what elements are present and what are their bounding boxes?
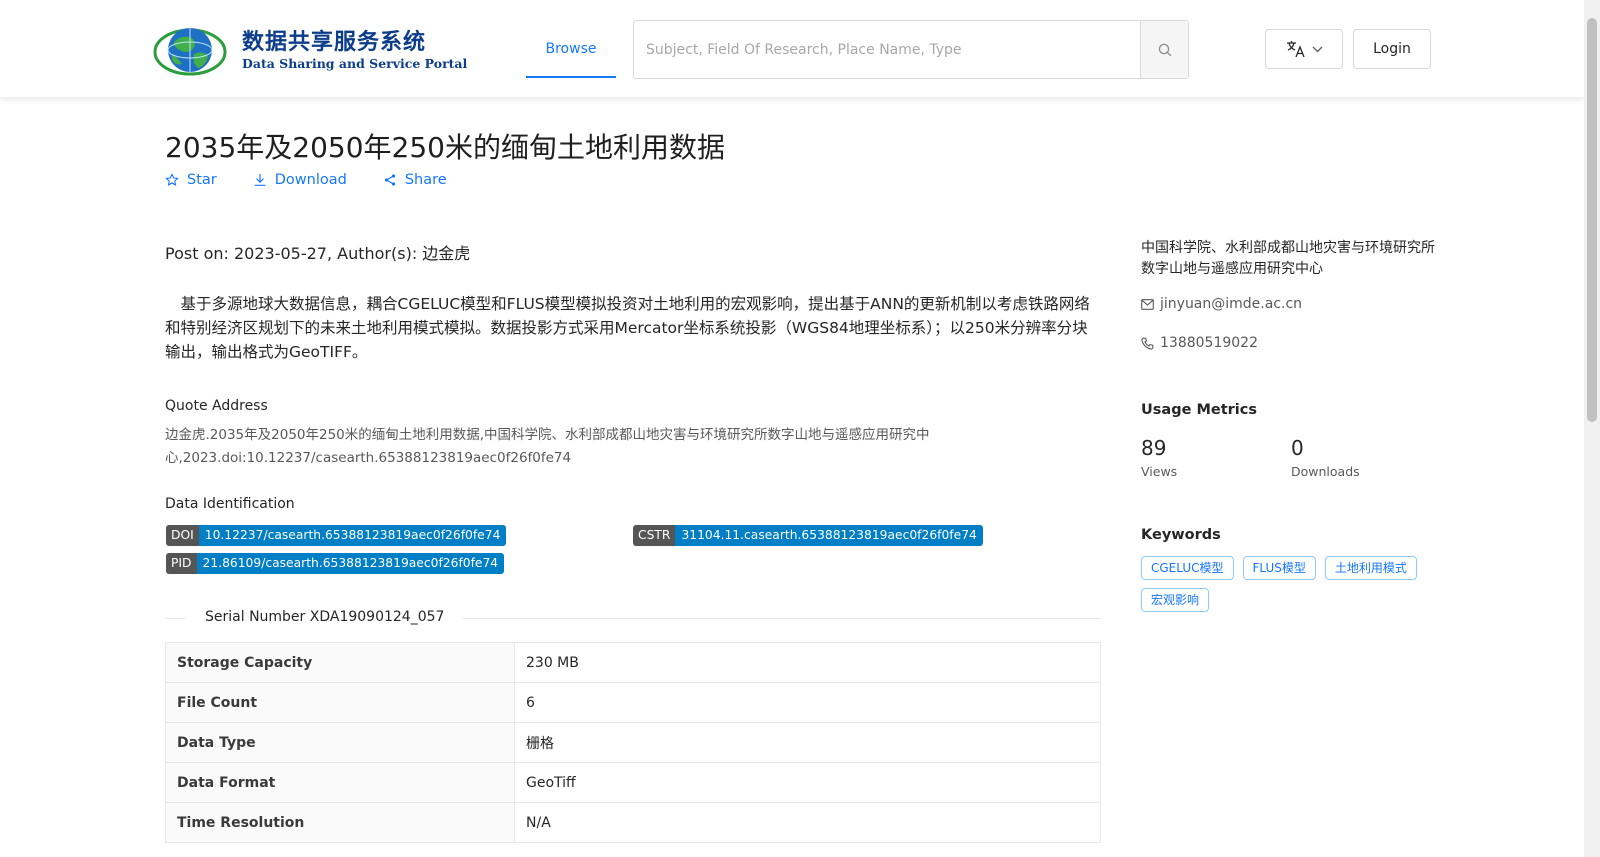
- email-text: jinyuan@imde.ac.cn: [1160, 296, 1303, 312]
- logo-title-en: Data Sharing and Service Portal: [242, 56, 468, 71]
- keywords-title: Keywords: [1141, 527, 1221, 543]
- pid-badge-key: PID: [166, 553, 197, 574]
- views-count: 89: [1141, 436, 1167, 460]
- login-button[interactable]: Login: [1353, 29, 1431, 69]
- table-row: Data Type 栅格: [165, 722, 1101, 763]
- downloads-label: Downloads: [1291, 464, 1360, 479]
- star-icon: [165, 173, 179, 186]
- dataset-info-table: Storage Capacity 230 MB File Count 6 Dat…: [165, 642, 1101, 843]
- download-button[interactable]: Download: [253, 172, 347, 188]
- table-cell-label: Storage Capacity: [165, 642, 515, 683]
- table-cell-value: N/A: [514, 802, 1101, 843]
- downloads-count: 0: [1291, 436, 1304, 460]
- dataset-actions: Star Download Share: [165, 172, 483, 188]
- data-identification-label: Data Identification: [165, 496, 295, 512]
- divider-line-left: [165, 618, 185, 619]
- serial-number: Serial Number XDA19090124_057: [205, 609, 445, 625]
- cstr-badge-value: 31104.11.casearth.65388123819aec0f26f0fe…: [675, 525, 983, 546]
- organization-name: 中国科学院、水利部成都山地灾害与环境研究所数字山地与遥感应用研究中心: [1141, 240, 1435, 277]
- table-cell-value: GeoTiff: [514, 762, 1101, 803]
- keyword-tag[interactable]: 土地利用模式: [1324, 556, 1417, 580]
- divider-line-right: [463, 618, 1101, 619]
- dataset-abstract: 基于多源地球大数据信息，耦合CGELUC模型和FLUS模型模拟投资对土地利用的宏…: [165, 295, 1090, 361]
- quote-address-label: Quote Address: [165, 398, 268, 414]
- keyword-tag[interactable]: CGELUC模型: [1141, 556, 1234, 580]
- usage-metrics-title: Usage Metrics: [1141, 402, 1257, 418]
- keyword-tags: CGELUC模型 FLUS模型 土地利用模式 宏观影响: [1141, 556, 1441, 612]
- page-scrollbar[interactable]: [1584, 0, 1600, 857]
- scrollbar-thumb[interactable]: [1587, 18, 1597, 422]
- pid-badge[interactable]: PID 21.86109/casearth.65388123819aec0f26…: [166, 553, 505, 574]
- cstr-badge-key: CSTR: [633, 525, 676, 546]
- chevron-down-icon: [1312, 46, 1322, 52]
- table-row: Data Format GeoTiff: [165, 762, 1101, 803]
- quote-address-text: 边金虎.2035年及2050年250米的缅甸土地利用数据,中国科学院、水利部成都…: [165, 427, 930, 466]
- translate-icon: [1286, 41, 1305, 58]
- views-label: Views: [1141, 464, 1178, 479]
- pid-badge-value: 21.86109/casearth.65388123819aec0f26f0fe…: [196, 553, 505, 574]
- share-icon: [384, 174, 395, 186]
- mail-icon: [1141, 298, 1154, 310]
- share-label: Share: [404, 172, 447, 188]
- download-label: Download: [274, 172, 347, 188]
- phone-text: 13880519022: [1160, 335, 1258, 351]
- search-button[interactable]: [1140, 21, 1188, 78]
- doi-badge-key: DOI: [166, 525, 199, 546]
- table-cell-value: 6: [514, 682, 1101, 723]
- language-switch-button[interactable]: [1265, 29, 1343, 69]
- search-icon: [1158, 43, 1171, 56]
- download-icon: [254, 173, 266, 186]
- nav-browse[interactable]: Browse: [526, 20, 616, 78]
- table-cell-label: File Count: [165, 682, 515, 723]
- contact-email[interactable]: jinyuan@imde.ac.cn: [1141, 296, 1302, 312]
- keyword-tag[interactable]: FLUS模型: [1242, 556, 1316, 580]
- search-box: [633, 20, 1189, 79]
- table-cell-label: Data Type: [165, 722, 515, 763]
- serial-divider: Serial Number XDA19090124_057: [165, 608, 1101, 628]
- phone-icon: [1141, 336, 1154, 350]
- keyword-tag[interactable]: 宏观影响: [1141, 588, 1210, 612]
- table-cell-value: 230 MB: [514, 642, 1101, 683]
- star-label: Star: [187, 172, 217, 188]
- logo-title-cn: 数据共享服务系统: [242, 29, 427, 55]
- doi-badge-value: 10.12237/casearth.65388123819aec0f26f0fe…: [198, 525, 507, 546]
- globe-logo-icon: [153, 28, 227, 76]
- contact-phone: 13880519022: [1141, 335, 1258, 351]
- doi-badge[interactable]: DOI 10.12237/casearth.65388123819aec0f26…: [166, 525, 507, 546]
- table-row: File Count 6: [165, 682, 1101, 723]
- table-cell-value: 栅格: [514, 722, 1101, 763]
- page-title: 2035年及2050年250米的缅甸土地利用数据: [165, 131, 725, 164]
- top-header: 数据共享服务系统 Data Sharing and Service Portal…: [0, 0, 1584, 98]
- table-row: Time Resolution N/A: [165, 802, 1101, 843]
- portal-logo[interactable]: 数据共享服务系统 Data Sharing and Service Portal: [152, 20, 467, 80]
- table-cell-label: Data Format: [165, 762, 515, 803]
- cstr-badge[interactable]: CSTR 31104.11.casearth.65388123819aec0f2…: [633, 525, 983, 546]
- post-info: Post on: 2023-05-27, Author(s): 边金虎: [165, 244, 471, 263]
- share-button[interactable]: Share: [383, 172, 447, 188]
- search-input[interactable]: [634, 21, 1140, 78]
- table-row: Storage Capacity 230 MB: [165, 642, 1101, 683]
- table-cell-label: Time Resolution: [165, 802, 515, 843]
- star-button[interactable]: Star: [165, 172, 217, 188]
